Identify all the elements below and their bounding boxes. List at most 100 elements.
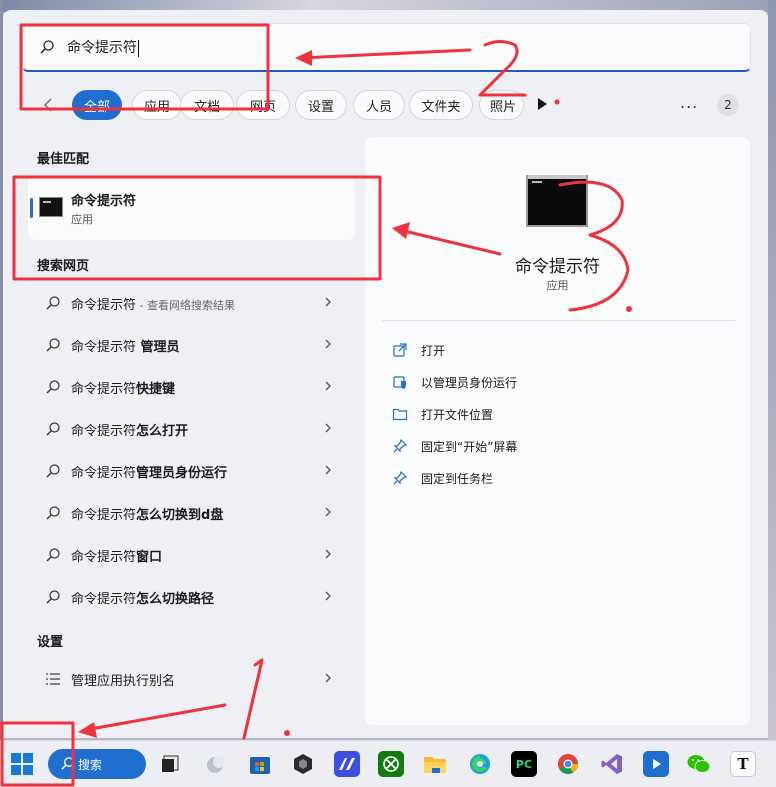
text-caret — [138, 39, 139, 57]
tab-folders[interactable]: 文件夹 — [409, 90, 473, 120]
action-open[interactable]: 打开 — [392, 339, 445, 361]
tab-photos[interactable]: 照片 — [479, 90, 524, 120]
file-explorer-icon[interactable] — [422, 751, 448, 777]
detail-app-name: 命令提示符 — [515, 257, 600, 277]
web-result-sub: - 查看网络搜索结果 — [136, 299, 235, 312]
app-m-icon[interactable] — [334, 751, 360, 777]
chevron-right-icon — [325, 423, 331, 433]
search-icon — [46, 380, 60, 394]
chevron-right-icon — [325, 297, 331, 307]
web-result-item[interactable]: 命令提示符窗口 — [28, 535, 355, 575]
web-result-bold: 怎么切换路径 — [136, 592, 215, 607]
filter-tabs: 全部 应用 文档 网页 设置 人员 文件夹 照片 ... 2 — [30, 88, 745, 122]
web-result-text: 命令提示符 — [71, 550, 137, 565]
wallpaper-right — [768, 0, 776, 740]
chevron-right-icon — [325, 339, 331, 349]
web-result-text: 命令提示符 — [71, 298, 137, 313]
chevron-right-icon — [325, 549, 331, 559]
chevron-right-icon — [325, 591, 331, 601]
selection-indicator — [30, 198, 33, 218]
task-view-icon[interactable] — [158, 751, 184, 777]
web-result-text: 命令提示符 — [71, 592, 137, 607]
search-icon — [46, 590, 60, 604]
chrome-icon[interactable] — [555, 751, 581, 777]
web-result-bold: 怎么打开 — [136, 424, 189, 439]
xbox-icon[interactable] — [378, 751, 404, 777]
section-settings: 设置 — [37, 635, 64, 650]
tab-apps[interactable]: 应用 — [132, 90, 182, 120]
best-match-type: 应用 — [71, 213, 93, 226]
tab-settings[interactable]: 设置 — [295, 90, 347, 120]
web-result-item[interactable]: 命令提示符快捷键 — [28, 367, 355, 407]
chevron-right-icon — [325, 507, 331, 517]
typora-icon[interactable]: T — [730, 751, 756, 777]
web-result-item[interactable]: 命令提示符怎么打开 — [28, 409, 355, 449]
web-result-item[interactable]: 命令提示符 管理员 — [28, 325, 355, 365]
visual-studio-icon[interactable] — [599, 751, 625, 777]
windows-start-icon[interactable] — [9, 751, 35, 777]
action-pin-to-taskbar[interactable]: 固定到任务栏 — [392, 467, 493, 489]
web-result-item[interactable]: 命令提示符 - 查看网络搜索结果 — [28, 283, 355, 323]
detail-app-type: 应用 — [546, 279, 569, 292]
section-web-search: 搜索网页 — [37, 259, 90, 274]
search-icon — [46, 338, 60, 352]
search-icon — [46, 506, 60, 520]
wechat-icon[interactable] — [686, 751, 712, 777]
chevron-right-icon — [325, 381, 331, 391]
cmd-icon — [39, 197, 63, 217]
tab-documents[interactable]: 文档 — [180, 90, 234, 120]
settings-result-item[interactable]: 管理应用执行别名 — [28, 659, 355, 699]
tab-web[interactable]: 网页 — [236, 90, 290, 120]
divider — [382, 320, 735, 321]
chevron-right-icon — [325, 465, 331, 475]
web-result-bold: 管理员身份运行 — [136, 466, 228, 481]
widgets-icon[interactable] — [203, 751, 229, 777]
best-match-item[interactable]: 命令提示符 应用 — [28, 176, 355, 240]
taskbar-search-button[interactable]: 搜索 — [48, 749, 146, 779]
web-result-text: 命令提示符 — [71, 466, 137, 481]
web-result-item[interactable]: 命令提示符管理员身份运行 — [28, 451, 355, 491]
web-result-text: 命令提示符 — [71, 508, 137, 523]
search-query: 命令提示符 — [67, 39, 139, 57]
action-open-file-location[interactable]: 打开文件位置 — [392, 403, 493, 425]
folder-icon — [392, 408, 408, 421]
detail-pane: 命令提示符 应用 打开 以管理员身份运行 打开文件位置 固定到“开始”屏幕 固定… — [365, 137, 750, 725]
pin-icon — [393, 470, 408, 485]
web-result-text: 命令提示符 — [71, 424, 137, 439]
more-options-button[interactable]: ... — [680, 93, 698, 112]
search-icon — [46, 548, 60, 562]
back-arrow-icon[interactable] — [38, 95, 58, 115]
search-input[interactable]: 命令提示符 — [22, 23, 751, 72]
unity-icon[interactable] — [290, 751, 316, 777]
web-result-text: 命令提示符 — [71, 340, 137, 355]
search-icon — [61, 757, 74, 770]
store-icon[interactable] — [247, 751, 273, 777]
pin-icon — [393, 438, 408, 453]
web-result-bold: 快捷键 — [136, 382, 176, 397]
shield-icon — [393, 376, 406, 389]
list-icon — [46, 673, 60, 685]
web-result-text: 命令提示符 — [71, 382, 137, 397]
best-match-name: 命令提示符 — [71, 194, 137, 209]
taskbar: 搜索 PC T — [0, 740, 776, 787]
chevron-right-icon — [325, 673, 331, 683]
tab-all[interactable]: 全部 — [72, 90, 122, 120]
settings-result-text: 管理应用执行别名 — [71, 674, 176, 689]
open-icon — [393, 343, 407, 357]
search-icon — [46, 422, 60, 436]
action-pin-to-start[interactable]: 固定到“开始”屏幕 — [392, 435, 517, 457]
web-result-item[interactable]: 命令提示符怎么切换到d盘 — [28, 493, 355, 533]
media-player-icon[interactable] — [643, 751, 669, 777]
pycharm-icon[interactable]: PC — [511, 751, 537, 777]
action-run-as-admin[interactable]: 以管理员身份运行 — [392, 371, 517, 393]
search-icon — [46, 296, 60, 310]
web-result-item[interactable]: 命令提示符怎么切换路径 — [28, 577, 355, 617]
web-result-bold: 怎么切换到d盘 — [136, 508, 224, 523]
tab-people[interactable]: 人员 — [353, 90, 405, 120]
rewards-badge[interactable]: 2 — [717, 94, 739, 116]
cmd-icon — [526, 175, 588, 227]
section-best-match: 最佳匹配 — [37, 152, 90, 167]
more-tabs-arrow-icon[interactable] — [538, 98, 547, 110]
edge-icon[interactable] — [467, 751, 493, 777]
search-icon — [46, 464, 60, 478]
